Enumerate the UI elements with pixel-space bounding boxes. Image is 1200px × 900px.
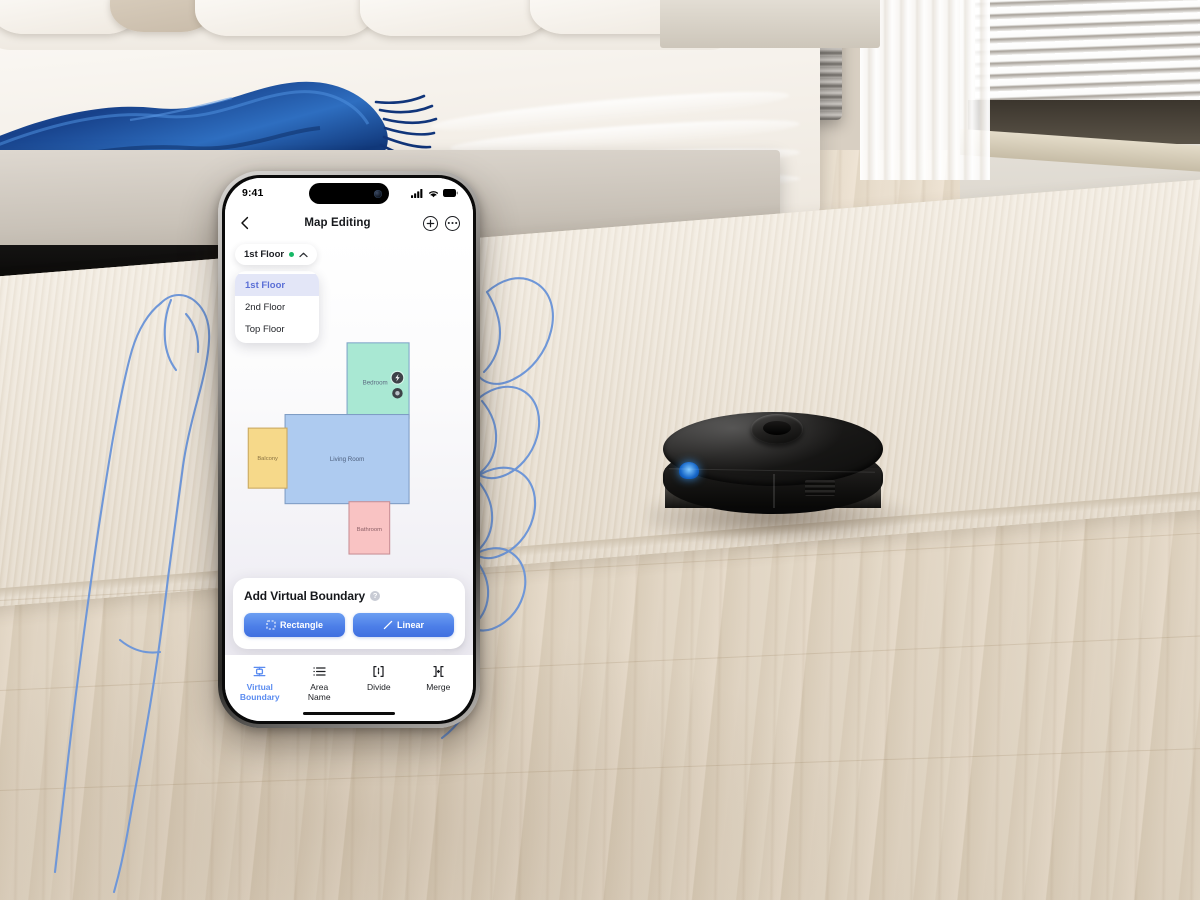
- diagonal-line-icon: [383, 620, 393, 630]
- screenshot-stage: 9:41 Map Editing 1st Floor 1st Floor 2nd…: [0, 0, 1200, 900]
- tab-divide[interactable]: Divide: [349, 664, 409, 692]
- more-circle-icon: [447, 221, 458, 225]
- floor-option-top[interactable]: Top Floor: [235, 318, 319, 340]
- phone-bezel: 9:41 Map Editing 1st Floor 1st Floor 2nd…: [222, 175, 476, 724]
- floor-selector-label: 1st Floor: [244, 249, 285, 260]
- wifi-icon: [428, 190, 439, 197]
- robot-led-indicator: [679, 462, 699, 479]
- floor-selector-button[interactable]: 1st Floor: [235, 244, 318, 265]
- status-bar: 9:41: [225, 178, 473, 208]
- pillow-row: [0, 0, 740, 50]
- room-photo-background: [0, 0, 1200, 900]
- navigation-bar: Map Editing: [225, 208, 473, 238]
- tab-label-merge: Merge: [426, 682, 451, 692]
- add-button[interactable]: [422, 215, 438, 231]
- divide-brackets-icon: [371, 664, 386, 678]
- plus-circle-icon: [426, 219, 435, 227]
- virtual-boundary-icon: [252, 664, 267, 678]
- room-living-room[interactable]: Living Room: [284, 413, 410, 505]
- question-mark-icon[interactable]: ?: [370, 591, 381, 601]
- more-options-button[interactable]: [444, 215, 460, 231]
- nightstand: [660, 0, 880, 48]
- status-bar-time: 9:41: [242, 187, 264, 199]
- pillow: [195, 0, 375, 36]
- boundary-type-buttons: Rectangle Linear: [244, 613, 454, 637]
- room-balcony[interactable]: Balcony: [247, 427, 288, 489]
- tab-label-virtual-boundary: Virtual Boundary: [239, 682, 280, 703]
- back-button[interactable]: [238, 215, 252, 231]
- pillow: [360, 0, 550, 36]
- status-bar-indicators: [411, 188, 458, 198]
- floor-option-2nd[interactable]: 2nd Floor: [235, 296, 319, 318]
- front-camera-icon: [374, 189, 382, 198]
- robot-lidar-turret: [751, 414, 803, 444]
- smartphone: 9:41 Map Editing 1st Floor 1st Floor 2nd…: [218, 171, 480, 728]
- signal-bars-icon: [411, 188, 423, 198]
- room-label-bathroom: Bathroom: [357, 527, 382, 533]
- tab-virtual-boundary[interactable]: Virtual Boundary: [230, 664, 290, 703]
- home-indicator[interactable]: [303, 711, 395, 715]
- linear-button-label: Linear: [396, 620, 424, 630]
- phone-screen: 9:41 Map Editing 1st Floor 1st Floor 2nd…: [225, 178, 473, 721]
- floor-online-dot: [289, 252, 295, 257]
- robot-position-marker[interactable]: [392, 387, 403, 399]
- card-title: Add Virtual Boundary: [244, 589, 366, 603]
- battery-icon: [443, 189, 458, 197]
- bottom-tab-bar: Virtual Boundary Area Name Divide Merge: [225, 655, 473, 721]
- dashed-square-icon: [266, 620, 276, 630]
- rectangle-button-label: Rectangle: [279, 620, 323, 630]
- floor-option-1st[interactable]: 1st Floor: [235, 274, 319, 296]
- add-virtual-boundary-card: Add Virtual Boundary ? Rectangle Linear: [233, 578, 465, 649]
- page-title: Map Editing: [304, 217, 371, 229]
- robot-vent: [805, 480, 835, 496]
- room-label-balcony: Balcony: [257, 456, 278, 462]
- robot-vacuum: [655, 408, 895, 533]
- tab-label-divide: Divide: [366, 682, 391, 692]
- dynamic-island: [309, 183, 389, 204]
- linear-boundary-button[interactable]: Linear: [353, 613, 454, 637]
- merge-brackets-icon: [431, 664, 446, 678]
- map-viewport[interactable]: 1st Floor 1st Floor 2nd Floor Top Floor: [225, 238, 473, 655]
- room-bathroom[interactable]: Bathroom: [348, 501, 391, 555]
- card-header: Add Virtual Boundary ?: [244, 589, 454, 603]
- rectangle-boundary-button[interactable]: Rectangle: [244, 613, 345, 637]
- nav-actions: [422, 215, 460, 231]
- room-label-bedroom: Bedroom: [363, 380, 388, 387]
- list-lines-icon: [312, 664, 327, 678]
- room-label-living-room: Living Room: [330, 456, 364, 463]
- tab-area-name[interactable]: Area Name: [290, 664, 350, 703]
- tab-merge[interactable]: Merge: [409, 664, 469, 692]
- charging-dock-marker[interactable]: [390, 370, 405, 385]
- robot-seam: [773, 474, 775, 508]
- window-blinds: [975, 0, 1200, 104]
- chevron-up-icon: [299, 252, 308, 257]
- floor-dropdown-menu[interactable]: 1st Floor 2nd Floor Top Floor: [235, 271, 319, 343]
- tab-label-area-name: Area Name: [307, 682, 331, 703]
